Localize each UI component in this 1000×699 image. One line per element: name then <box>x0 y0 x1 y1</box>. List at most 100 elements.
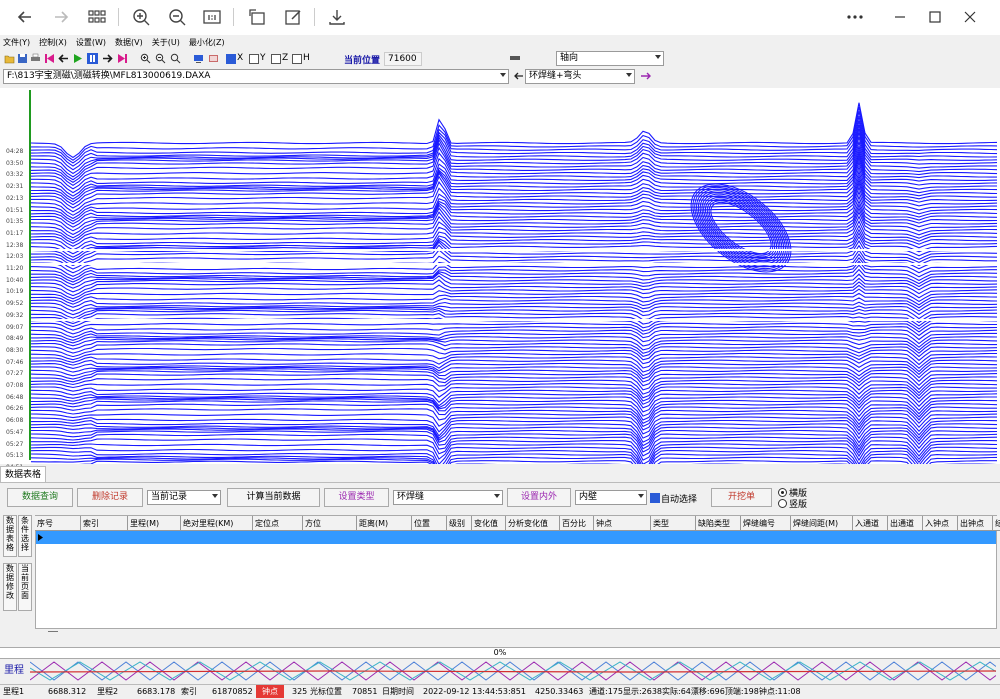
axis-h-checkbox[interactable] <box>292 54 302 64</box>
grid-column-header[interactable]: 分析变化值 <box>506 516 560 531</box>
weld-category-select[interactable]: 环焊缝 <box>393 490 503 505</box>
grid-column-header[interactable]: 方位 <box>303 516 357 531</box>
grid-column-header[interactable]: 定位点 <box>253 516 303 531</box>
skip-start-icon[interactable] <box>44 53 55 64</box>
grid-column-header[interactable]: 入钟点 <box>923 516 958 531</box>
side-tab-data-table[interactable]: 数据表格 <box>3 515 17 557</box>
clock-tick-label: 07:46 <box>6 358 24 366</box>
record-select[interactable]: 当前记录 <box>147 490 221 505</box>
step-forward-icon[interactable] <box>102 53 113 64</box>
minimize-icon[interactable] <box>887 4 913 30</box>
step-back-icon[interactable] <box>58 53 69 64</box>
delete-record-button[interactable]: 删除记录 <box>77 488 143 507</box>
skip-end-icon[interactable] <box>117 53 128 64</box>
axis-h-label: H <box>303 53 310 63</box>
zoom-out-icon[interactable] <box>164 4 190 30</box>
clock-tick-label: 12:03 <box>6 253 24 261</box>
wall-select[interactable]: 内壁 <box>575 490 647 505</box>
grid-column-header[interactable]: 变化值 <box>472 516 506 531</box>
play-icon[interactable] <box>72 53 83 64</box>
grid-column-header[interactable]: 级别 <box>447 516 472 531</box>
open-folder-icon[interactable] <box>4 53 15 64</box>
maximize-icon[interactable] <box>922 4 948 30</box>
close-icon[interactable] <box>957 4 983 30</box>
back-arrow-icon[interactable] <box>12 4 38 30</box>
right-arrow-icon[interactable] <box>640 72 652 80</box>
mileage-plot[interactable] <box>30 660 996 682</box>
menu-about[interactable]: 关于(U) <box>152 37 180 48</box>
grid-column-header[interactable]: 出通道 <box>888 516 923 531</box>
menu-minimize[interactable]: 最小化(Z) <box>189 37 225 48</box>
grid-column-header[interactable]: 绝对里程(KM) <box>181 516 253 531</box>
row-pointer-icon <box>38 534 43 541</box>
grid-column-header[interactable]: 入通道 <box>853 516 888 531</box>
weld-type-select[interactable]: 环焊缝+弯头 <box>525 69 635 84</box>
mfl-signal-chart[interactable]: 04:28 03:50 03:32 02:31 02:13 01:51 01:35 01:17… <box>0 88 1000 483</box>
table-row[interactable] <box>36 531 996 544</box>
grid-column-header[interactable]: 位置 <box>412 516 447 531</box>
left-arrow-icon[interactable] <box>514 72 524 80</box>
side-tab-condition[interactable]: 条件选择 <box>18 515 32 557</box>
grid-column-header[interactable]: 钟点 <box>594 516 651 531</box>
position-value[interactable]: 71600 <box>384 52 422 66</box>
grid-column-header[interactable]: 类型 <box>651 516 696 531</box>
zoom-in-icon[interactable] <box>128 4 154 30</box>
signal-trace <box>31 322 997 333</box>
data-query-button[interactable]: 数据查询 <box>7 488 73 507</box>
save-icon[interactable] <box>17 53 28 64</box>
grid-column-header[interactable]: 出钟点 <box>958 516 993 531</box>
axis-z-checkbox[interactable] <box>271 54 281 64</box>
menu-file[interactable]: 文件(Y) <box>3 37 30 48</box>
more-options-icon[interactable] <box>842 4 868 30</box>
clock-tick-label: 03:32 <box>6 171 24 179</box>
grid-column-header[interactable]: 序号 <box>35 516 81 531</box>
grid-column-header[interactable]: 距离(M) <box>357 516 412 531</box>
set-inner-outer-button[interactable]: 设置内外 <box>507 488 571 507</box>
menu-data[interactable]: 数据(V) <box>115 37 143 48</box>
print-icon[interactable] <box>30 53 41 64</box>
grid-column-header[interactable]: 索引 <box>81 516 128 531</box>
menu-settings[interactable]: 设置(W) <box>76 37 106 48</box>
status-coord-value: 4250.33463 <box>535 687 584 696</box>
excavation-sheet-button[interactable]: 开挖单 <box>711 488 772 507</box>
actual-size-icon[interactable] <box>199 4 225 30</box>
pause-icon[interactable] <box>87 53 98 64</box>
rotate-icon[interactable] <box>244 4 270 30</box>
position-label: 当前位置 <box>344 56 381 66</box>
direction-select[interactable]: 轴向 <box>556 51 664 66</box>
side-tab-current-page[interactable]: 当前页面 <box>18 563 32 611</box>
zoom-fit-icon[interactable] <box>170 53 181 64</box>
edit-icon[interactable] <box>280 4 306 30</box>
grid-column-header[interactable]: 缺陷类型 <box>696 516 741 531</box>
clock-tick-label: 02:13 <box>6 194 24 202</box>
clock-tick-label: 12:38 <box>6 241 24 249</box>
menu-control[interactable]: 控制(X) <box>39 37 67 48</box>
set-type-button[interactable]: 设置类型 <box>324 488 389 507</box>
monitor-icon[interactable] <box>193 53 204 64</box>
grid-column-header[interactable]: 里程(M) <box>128 516 181 531</box>
download-icon[interactable] <box>324 4 350 30</box>
grid-column-header[interactable]: 结 <box>993 516 1000 531</box>
grid-column-header[interactable]: 百分比 <box>560 516 594 531</box>
clock-tick-label: 01:35 <box>6 218 24 226</box>
calculate-button[interactable]: 计算当前数据 <box>227 488 320 507</box>
grid-view-icon[interactable] <box>84 4 110 30</box>
side-tab-data-edit[interactable]: 数据修改 <box>3 563 17 611</box>
grid-column-header[interactable]: 焊缝编号 <box>741 516 791 531</box>
grid-column-header[interactable]: 焊缝间距(M) <box>791 516 853 531</box>
axis-x-checkbox[interactable] <box>226 54 236 64</box>
vertical-radio[interactable] <box>778 499 787 508</box>
mileage-baseline <box>30 670 996 673</box>
axis-y-checkbox[interactable] <box>249 54 259 64</box>
forward-arrow-icon[interactable] <box>48 4 74 30</box>
grid-scroll-marker[interactable] <box>48 631 58 632</box>
auto-select-checkbox[interactable] <box>650 493 660 503</box>
tab-data-table[interactable]: 数据表格 <box>0 466 47 483</box>
file-path-field[interactable]: F:\813宇宝测磁\测磁转换\MFL813000619.DAXA <box>3 69 509 84</box>
horizontal-radio[interactable] <box>778 488 787 497</box>
clock-tick-label: 05:47 <box>6 428 24 436</box>
zoom-out-small-icon[interactable] <box>155 53 166 64</box>
zoom-in-small-icon[interactable] <box>140 53 151 64</box>
clock-tick-label: 01:17 <box>6 229 24 237</box>
image-icon[interactable] <box>208 53 219 64</box>
